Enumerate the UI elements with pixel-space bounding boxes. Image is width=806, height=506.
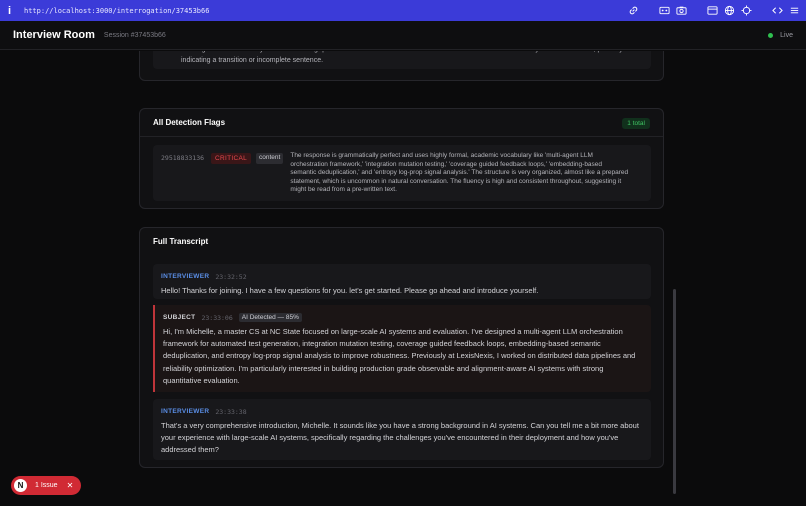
- summary-card: and alignment-aware AI systems with stro…: [139, 51, 664, 81]
- transcript-message-flagged: SUBJECT 23:33:06 AI Detected — 85% Hi, I…: [153, 305, 651, 392]
- detection-flags-title: All Detection Flags: [153, 118, 226, 127]
- url-text[interactable]: http://localhost:3000/interrogation/3745…: [24, 7, 209, 15]
- message-text: Hi, I'm Michelle, a master CS at NC Stat…: [163, 327, 636, 385]
- issues-count[interactable]: 1 Issue: [35, 482, 58, 489]
- speaker-label: INTERVIEWER: [161, 273, 210, 280]
- nextjs-logo-icon: N: [14, 479, 27, 492]
- main-scroll-area[interactable]: and alignment-aware AI systems with stro…: [0, 51, 806, 506]
- message-text: That's a very comprehensive introduction…: [161, 421, 639, 455]
- transcript-card: Full Transcript INTERVIEWER 23:32:52 Hel…: [139, 227, 664, 468]
- menu-icon[interactable]: [789, 5, 800, 16]
- issues-indicator[interactable]: N 1 Issue ✕: [11, 476, 82, 495]
- info-icon[interactable]: i: [8, 5, 22, 17]
- window-icon[interactable]: [707, 5, 718, 16]
- live-status: Live: [768, 32, 793, 39]
- summary-text: and alignment-aware AI systems with stro…: [153, 51, 651, 69]
- code-icon[interactable]: [772, 5, 783, 16]
- camera-icon[interactable]: [676, 5, 687, 16]
- transcript-message: INTERVIEWER 23:33:38 That's a very compr…: [153, 399, 651, 460]
- page-title: Interview Room: [13, 29, 95, 41]
- transcript-title: Full Transcript: [153, 236, 209, 246]
- message-timestamp: 23:33:38: [215, 407, 247, 416]
- detection-flags-card: All Detection Flags 1 total 29518833136 …: [139, 108, 664, 209]
- transcript-header: Full Transcript: [140, 228, 663, 254]
- browser-url-bar: i http://localhost:3000/interrogation/37…: [0, 0, 806, 21]
- link-icon[interactable]: [628, 5, 639, 16]
- message-timestamp: 23:32:52: [215, 272, 247, 281]
- browser-toolbar-icons: [628, 0, 800, 21]
- app-header: Interview Room Session #37453b66 Live: [0, 21, 806, 50]
- flag-description: The response is grammatically perfect an…: [290, 152, 629, 194]
- transcript-message: INTERVIEWER 23:32:52 Hello! Thanks for j…: [153, 264, 651, 299]
- message-text: Hello! Thanks for joining. I have a few …: [161, 286, 539, 295]
- screen-capture-icon[interactable]: [659, 5, 670, 16]
- message-timestamp: 23:33:06: [201, 313, 233, 322]
- target-icon[interactable]: [741, 5, 752, 16]
- session-id: Session #37453b66: [103, 31, 166, 39]
- globe-icon[interactable]: [724, 5, 735, 16]
- live-label: Live: [780, 31, 793, 39]
- severity-badge: CRITICAL: [211, 153, 252, 164]
- close-icon[interactable]: ✕: [67, 481, 74, 490]
- speaker-label: INTERVIEWER: [161, 408, 210, 415]
- detection-flags-header: All Detection Flags 1 total: [140, 109, 663, 137]
- live-dot-icon: [768, 32, 774, 38]
- flag-item[interactable]: 29518833136 CRITICAL content The respons…: [153, 145, 651, 201]
- ai-detected-badge: AI Detected — 85%: [238, 313, 302, 322]
- scrollbar-thumb[interactable]: [673, 289, 676, 494]
- speaker-label: SUBJECT: [163, 314, 196, 321]
- flag-type-badge: content: [256, 153, 284, 164]
- flag-timestamp: 29518833136: [161, 154, 205, 162]
- flags-total-badge: 1 total: [622, 118, 650, 129]
